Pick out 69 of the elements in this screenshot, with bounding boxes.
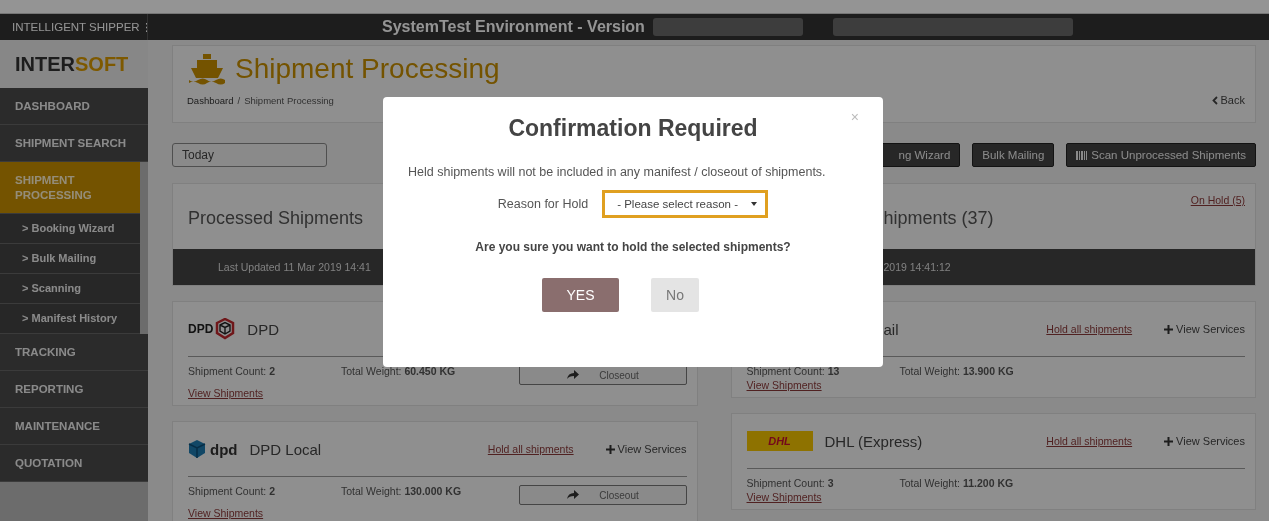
- total-weight: Total Weight: 11.200 KG: [899, 477, 1015, 489]
- view-shipments-link[interactable]: View Shipments: [188, 387, 341, 399]
- page-title: Shipment Processing: [235, 53, 500, 85]
- hold-all-link[interactable]: Hold all shipments: [487, 443, 574, 455]
- carrier-name: ail: [883, 320, 899, 338]
- carrier-name: DHL (Express): [824, 432, 923, 450]
- closeout-button[interactable]: Closeout: [518, 365, 687, 385]
- view-shipments-link[interactable]: View Shipments: [746, 379, 900, 391]
- plus-icon: [605, 444, 615, 454]
- dialog-title: Confirmation Required: [507, 115, 759, 142]
- field-label: Reason for Hold: [497, 197, 589, 212]
- arrow-icon: [566, 370, 580, 380]
- breadcrumb-current: Shipment Processing: [244, 94, 334, 106]
- back-link[interactable]: Back: [1211, 94, 1245, 106]
- plus-icon: [1164, 436, 1174, 446]
- carrier-name: DPD: [247, 320, 279, 338]
- toolbar-button[interactable]: Scan Unprocessed Shipments: [1066, 143, 1256, 167]
- no-button[interactable]: No: [651, 278, 699, 313]
- nav-item[interactable]: > Booking Wizard: [0, 214, 140, 244]
- app-name: INTELLIGENT SHIPPER: [12, 21, 140, 33]
- panel-title: Processed Shipments: [188, 208, 364, 229]
- caret-icon: [751, 202, 758, 207]
- view-services-link[interactable]: View Services: [1164, 323, 1245, 335]
- carrier-logo: dpd: [188, 439, 238, 459]
- view-shipments-link[interactable]: View Shipments: [188, 507, 341, 519]
- shipment-count: Shipment Count: 3: [746, 477, 835, 489]
- yes-button[interactable]: YES: [542, 278, 619, 313]
- nav-item[interactable]: > Manifest History: [0, 304, 140, 334]
- last-updated-text: 2019 14:41:12: [883, 261, 951, 273]
- closeout-button[interactable]: Closeout: [518, 485, 687, 505]
- arrow-icon: [566, 490, 580, 500]
- view-services-link[interactable]: View Services: [1164, 435, 1245, 447]
- carrier-name: DPD Local: [249, 440, 322, 458]
- nav-item[interactable]: QUOTATION: [0, 445, 148, 482]
- view-shipments-link[interactable]: View Shipments: [746, 491, 900, 503]
- dialog-message: Held shipments will not be included in any manifest / closeout of shipments.: [408, 164, 827, 181]
- brand-logo: INTERSOFT: [0, 40, 148, 88]
- shipment-count: Shipment Count: 13: [746, 365, 841, 377]
- breadcrumb-separator: /: [237, 94, 241, 106]
- on-hold-link[interactable]: On Hold (5): [1190, 194, 1245, 206]
- plus-icon: [1164, 324, 1174, 334]
- shipment-count: Shipment Count: 2: [188, 365, 276, 377]
- toolbar-button[interactable]: Bulk Mailing: [972, 143, 1055, 167]
- total-weight: Total Weight: 130.000 KG: [341, 485, 463, 497]
- nav-item[interactable]: REPORTING: [0, 371, 148, 408]
- nav-item[interactable]: > Bulk Mailing: [0, 244, 140, 274]
- nav-item[interactable]: > Scanning: [0, 274, 140, 304]
- nav-item[interactable]: DASHBOARD: [0, 88, 148, 125]
- confirmation-question: Are you sure you want to hold the selected shipments?: [474, 240, 792, 255]
- hold-all-link[interactable]: Hold all shipments: [1046, 435, 1133, 447]
- view-services-link[interactable]: View Services: [605, 443, 687, 455]
- ship-icon: [187, 52, 227, 86]
- date-filter-field[interactable]: Today: [172, 143, 327, 167]
- shipment-count: Shipment Count: 2: [188, 485, 276, 497]
- last-updated-text: Last Updated 11 Mar 2019 14:41: [218, 261, 371, 273]
- carrier-logo: DHL: [746, 431, 813, 451]
- panel-title: hipments (37): [883, 208, 994, 229]
- nav-item[interactable]: MAINTENANCE: [0, 408, 148, 445]
- nav-item[interactable]: SHIPMENT SEARCH: [0, 125, 148, 162]
- total-weight: Total Weight: 60.450 KG: [341, 365, 457, 377]
- nav-item[interactable]: TRACKING: [0, 334, 148, 371]
- total-weight: Total Weight: 13.900 KG: [899, 365, 1015, 377]
- breadcrumb-link[interactable]: Dashboard: [187, 94, 234, 106]
- chevron-left-icon: [1211, 95, 1218, 105]
- environment-title: SystemTest Environment - Version: [382, 18, 645, 36]
- hold-all-link[interactable]: Hold all shipments: [1046, 323, 1133, 335]
- carrier-logo: DPD: [188, 318, 236, 340]
- reason-select[interactable]: - Please select reason -: [602, 190, 769, 219]
- barcode-icon: [1076, 150, 1088, 160]
